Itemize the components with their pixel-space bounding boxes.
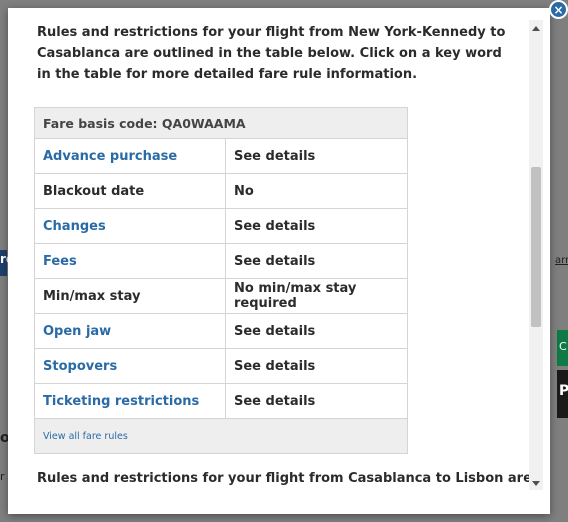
table-cell-value: See details xyxy=(225,313,408,349)
table-row: Blackout date No xyxy=(34,173,408,209)
scroll-up-arrow-icon[interactable] xyxy=(532,26,540,31)
modal-content: Rules and restrictions for your flight f… xyxy=(37,22,507,85)
ticketing-restrictions-link[interactable]: Ticketing restrictions xyxy=(43,394,199,409)
advance-purchase-link[interactable]: Advance purchase xyxy=(43,149,177,164)
table-row: Open jaw See details xyxy=(34,313,408,349)
table-cell-value: See details xyxy=(225,208,408,244)
background-text: r xyxy=(0,470,5,483)
fare-rules-modal: Rules and restrictions for your flight f… xyxy=(8,8,550,514)
changes-link[interactable]: Changes xyxy=(43,219,106,234)
background-text: P xyxy=(559,383,568,399)
table-row: Ticketing restrictions See details xyxy=(34,383,408,419)
table-row: Advance purchase See details xyxy=(34,138,408,174)
table-row: Stopovers See details xyxy=(34,348,408,384)
intro-text: Rules and restrictions for your flight f… xyxy=(37,25,506,82)
open-jaw-link[interactable]: Open jaw xyxy=(43,324,111,339)
stopovers-link[interactable]: Stopovers xyxy=(43,359,117,374)
table-cell-value: See details xyxy=(225,138,408,174)
scrollbar-thumb[interactable] xyxy=(531,167,541,327)
second-intro-text: Rules and restrictions for your flight f… xyxy=(37,471,532,486)
fare-basis-code: Fare basis code: QA0WAAMA xyxy=(34,107,408,139)
close-icon[interactable]: × xyxy=(549,0,568,19)
background-text: arn xyxy=(555,255,568,266)
table-header-row: Fare basis code: QA0WAAMA xyxy=(34,107,408,139)
table-cell-value: See details xyxy=(225,243,408,279)
table-footer-row: View all fare rules xyxy=(34,418,408,454)
fees-link[interactable]: Fees xyxy=(43,254,77,269)
blackout-date-label: Blackout date xyxy=(43,183,145,199)
table-row: Changes See details xyxy=(34,208,408,244)
table-row: Min/max stay No min/max stay required xyxy=(34,278,408,314)
background-text: C xyxy=(559,340,567,353)
table-cell-value: See details xyxy=(225,383,408,419)
fare-rules-table: Fare basis code: QA0WAAMA Advance purcha… xyxy=(34,107,408,454)
modal-scrollbar[interactable] xyxy=(529,20,543,490)
table-row: Fees See details xyxy=(34,243,408,279)
table-cell-value: See details xyxy=(225,348,408,384)
table-cell-value: No min/max stay required xyxy=(225,278,408,314)
min-max-stay-label: Min/max stay xyxy=(43,288,141,304)
table-cell-value: No xyxy=(225,173,408,209)
view-all-fare-rules-link[interactable]: View all fare rules xyxy=(43,431,128,442)
scroll-down-arrow-icon[interactable] xyxy=(532,481,540,486)
